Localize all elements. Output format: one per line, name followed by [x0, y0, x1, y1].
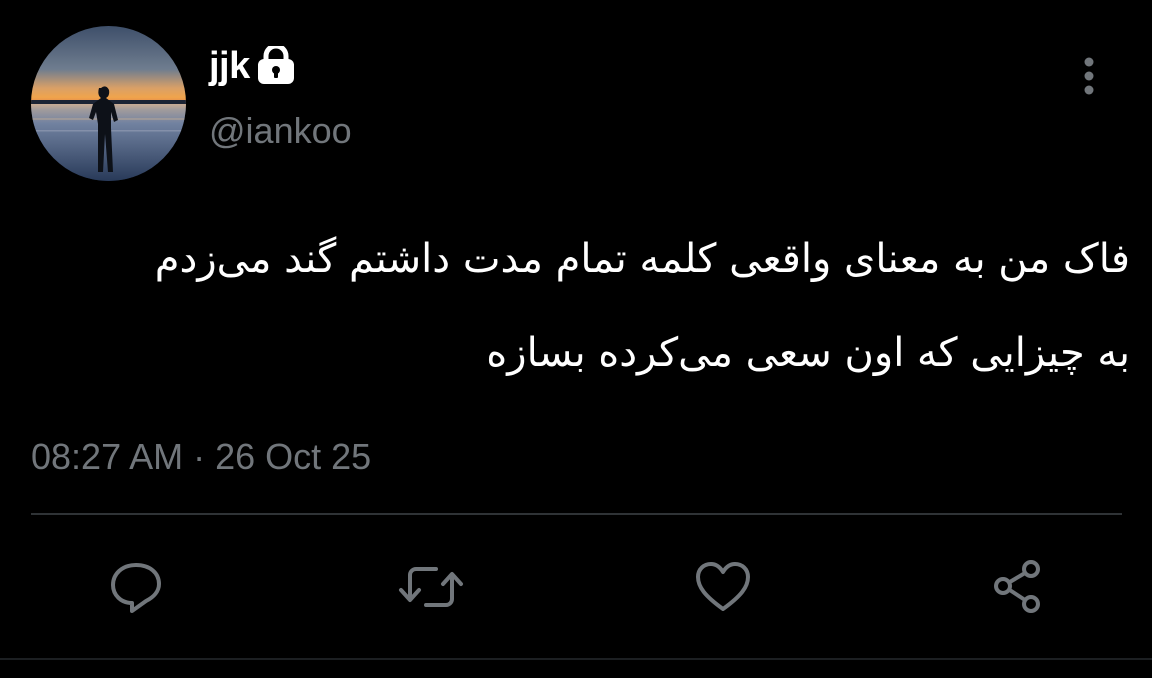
- reply-icon: [111, 563, 161, 613]
- tweet-card: jjk @iankoo فاک من به معنای واقعی کلمه ت…: [0, 0, 1152, 678]
- retweet-icon: [399, 567, 463, 607]
- heart-icon: [696, 562, 750, 611]
- retweet-button[interactable]: [396, 552, 466, 622]
- user-handle[interactable]: @iankoo: [209, 110, 352, 152]
- share-button[interactable]: [982, 552, 1052, 622]
- tweet-timestamp[interactable]: 08:27 AM · 26 Oct 25: [31, 436, 371, 478]
- bottom-divider: [0, 658, 1152, 660]
- display-name[interactable]: jjk: [209, 45, 250, 88]
- tweet-text: فاک من به معنای واقعی کلمه تمام مدت داشت…: [24, 212, 1130, 400]
- tweet-text-line: فاک من به معنای واقعی کلمه تمام مدت داشت…: [154, 236, 1130, 282]
- lock-icon: [256, 43, 296, 86]
- action-bar: [0, 552, 1152, 622]
- sunset-silhouette-avatar: [31, 26, 186, 181]
- divider: [31, 513, 1122, 515]
- avatar[interactable]: [31, 26, 186, 181]
- share-icon: [994, 560, 1040, 613]
- name-row: jjk: [209, 40, 296, 92]
- reply-button[interactable]: [101, 552, 171, 622]
- tweet-text-line: به چیزایی که اون سعی می‌کرده بسازه: [486, 330, 1130, 376]
- more-options-button[interactable]: [1070, 54, 1108, 98]
- more-vertical-icon: [1084, 57, 1094, 95]
- like-button[interactable]: [688, 552, 758, 622]
